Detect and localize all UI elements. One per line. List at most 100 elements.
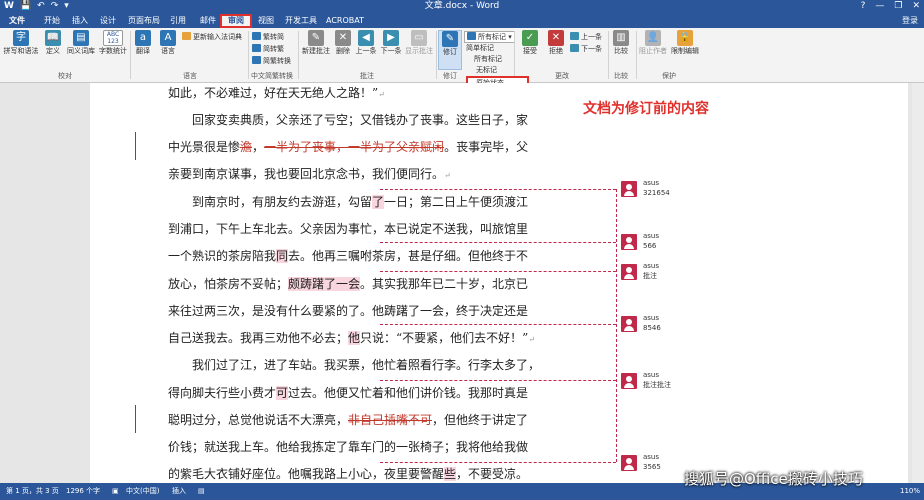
text-run: ，但他终于讲定了 [432, 413, 529, 427]
next-comment-button[interactable]: ▶ 下一条 [379, 30, 403, 55]
tab-insert[interactable]: 插入 [66, 14, 94, 28]
text-run: 自己送我去。我再三劝他不必去； [168, 331, 349, 345]
word-count-button[interactable]: ABC 123 字数统计 [98, 30, 128, 55]
menu-all-markup[interactable]: 所有标记 [474, 54, 502, 64]
restore-button[interactable]: ❐ [894, 0, 902, 12]
next-comment-icon: ▶ [383, 30, 399, 46]
previous-comment-button[interactable]: ◀ 上一条 [354, 30, 378, 55]
text-run: 回家变卖典质，父亲还了亏空；又借钱办了丧事。这些日子，家 [168, 113, 529, 127]
comment-connector [380, 324, 616, 325]
reject-button[interactable]: ✕ 拒绝 [544, 30, 568, 55]
document-line[interactable]: 一个熟识的茶房陪我同去。他再三嘱咐茶房，甚是仔细。但他终于不 [168, 248, 528, 264]
block-authors-icon: 👤 [645, 30, 661, 46]
document-line[interactable]: 来往过两三次，是没有什么要紧的了。他踌躇了一会，终于决定还是 [168, 303, 528, 319]
document-line[interactable]: 自己送我去。我再三劝他不必去；他只说：“不要紧，他们去不好！”↵ [168, 330, 535, 348]
markup-display-dropdown[interactable]: 所有标记 ▾ [464, 31, 515, 43]
insert-mode[interactable]: 插入 [172, 483, 186, 500]
comment-connector [380, 380, 616, 381]
compare-icon: ▥ [613, 30, 629, 46]
new-comment-button[interactable]: ✎ 新建批注 [300, 30, 332, 55]
tab-page-layout[interactable]: 页面布局 [124, 14, 164, 28]
to-simplified-button[interactable]: 繁转简 [252, 32, 284, 42]
commented-text: 颇踌躇了一会 [288, 277, 361, 291]
paragraph-mark: ↵ [528, 335, 536, 344]
text-run: 价钱；就送我上车。他给我拣定了靠车门的一张椅子；我将他给我做 [168, 440, 529, 454]
translate-button[interactable]: a 翻译 [132, 30, 154, 55]
deleted-text: 一半为了丧事，一半为了父亲赋闲 [264, 140, 445, 154]
macro-record-icon[interactable]: ▤ [198, 483, 205, 500]
tab-references[interactable]: 引用 [164, 14, 192, 28]
word-count[interactable]: 1296 个字 [66, 483, 100, 500]
show-comments-icon: ▭ [411, 30, 427, 46]
document-line[interactable]: 我们过了江，进了车站。我买票，他忙着照看行李。行李太多了， [168, 357, 540, 373]
text-run: 来往过两三次，是没有什么要紧的了。他踌躇了一会，终于决定还是 [168, 304, 529, 318]
tab-developer[interactable]: 开发工具 [281, 14, 321, 28]
menu-simple-markup[interactable]: 简单标记 [466, 43, 494, 53]
previous-change-button[interactable]: 上一条 [570, 32, 602, 42]
language-button[interactable]: A 语言 [156, 30, 180, 55]
document-line[interactable]: 中光景很是惨澹，一半为了丧事，一半为了父亲赋闲。丧事完毕，父 [168, 139, 528, 155]
annotation-label: 文档为修订前的内容 [583, 101, 709, 117]
spelling-button[interactable]: 字 拼写和语法 [2, 30, 40, 55]
word-count-icon: ABC 123 [103, 30, 123, 46]
block-authors-button[interactable]: 👤 阻止作者 [638, 30, 668, 55]
comment-text[interactable]: 批注批注 [643, 381, 671, 390]
login-link[interactable]: 登录 [902, 14, 918, 27]
show-comments-button[interactable]: ▭ 显示批注 [404, 30, 434, 55]
compare-button[interactable]: ▥ 比较 [610, 30, 632, 55]
document-line[interactable]: 亲要到南京谋事，我也要回北京念书，我们便同行。↵ [168, 166, 451, 184]
text-run: ， [252, 140, 265, 154]
text-run: 只说：“不要紧，他们去不好！” [360, 331, 529, 345]
document-line[interactable]: 如此，不必难过，好在天无绝人之路！”↵ [168, 85, 385, 103]
tab-file[interactable]: 文件 [0, 14, 34, 28]
document-line[interactable]: 得向脚夫行些小费才可过去。他便又忙着和他们讲价钱。我那时真是 [168, 385, 528, 401]
document-line[interactable]: 到浦口，下午上车北去。父亲因为事忙，本已说定不送我，叫旅馆里 [168, 221, 528, 237]
title-bar: W 💾 ↶ ↷ ▾ 文章.docx - Word ? — ❐ ✕ [0, 0, 924, 13]
minimize-button[interactable]: — [875, 0, 884, 12]
vertical-scrollbar[interactable] [912, 83, 924, 483]
comment-text[interactable]: 批注 [643, 272, 657, 281]
accept-button[interactable]: ✓ 接受 [518, 30, 542, 55]
spelling-icon: 字 [13, 30, 29, 46]
menu-no-markup[interactable]: 无标记 [476, 65, 497, 75]
define-button[interactable]: 📖 定义 [42, 30, 64, 55]
user-avatar-icon [621, 373, 637, 389]
comment-connector [380, 271, 616, 272]
tab-acrobat[interactable]: ACROBAT [324, 14, 366, 28]
group-proofing: 校对 [58, 72, 72, 80]
language-status[interactable]: 中文(中国) [126, 483, 159, 500]
comment-text[interactable]: 8546 [643, 324, 661, 333]
document-line[interactable]: 到南京时，有朋友约去游逛，勾留了一日；第二日上午便须渡江 [168, 194, 528, 210]
thesaurus-button[interactable]: ▤ 同义词库 [64, 30, 98, 55]
user-avatar-icon [621, 316, 637, 332]
to-traditional-button[interactable]: 简转繁 [252, 44, 284, 54]
tab-view[interactable]: 视图 [252, 14, 280, 28]
tab-design[interactable]: 设计 [94, 14, 122, 28]
tab-home[interactable]: 开始 [38, 14, 66, 28]
help-button[interactable]: ? [861, 0, 866, 12]
chinese-convert-button[interactable]: 简繁转换 [252, 56, 291, 66]
page-count[interactable]: 第 1 页，共 3 页 [6, 483, 59, 500]
delete-comment-button[interactable]: ✕ 删除 [332, 30, 354, 55]
deleted-text: 澹 [240, 140, 253, 154]
update-ime-dictionary-button[interactable]: 更新输入法词典 [182, 32, 242, 42]
document-line[interactable]: 聪明过分，总觉他说话不大漂亮，非自己插嘴不可，但他终于讲定了 [168, 412, 528, 428]
next-change-button[interactable]: 下一条 [570, 44, 602, 54]
comment-text[interactable]: 566 [643, 242, 656, 251]
document-line[interactable]: 的紫毛大衣铺好座位。他嘱我路上小心，夜里要警醒些，不要受凉。 [168, 466, 528, 482]
zoom-level[interactable]: 110% [900, 483, 920, 500]
text-run: 一日；第二日上午便须渡江 [384, 195, 529, 209]
close-button[interactable]: ✕ [912, 0, 920, 12]
text-run: 我们过了江，进了车站。我买票，他忙着照看行李。行李太多了， [168, 358, 541, 372]
comment-text[interactable]: 3565 [643, 463, 661, 472]
proofing-status-icon[interactable]: ▣ [112, 483, 119, 500]
tab-review[interactable]: 审阅 [220, 14, 252, 28]
ribbon-review: 字 拼写和语法 📖 定义 ▤ 同义词库 ABC 123 字数统计 校对 a 翻译… [0, 28, 924, 83]
document-line[interactable]: 放心，怕茶房不妥帖；颇踌躇了一会。其实我那年已二十岁，北京已 [168, 276, 528, 292]
comment-text[interactable]: 321654 [643, 189, 670, 198]
tab-mailings[interactable]: 邮件 [194, 14, 222, 28]
document-line[interactable]: 回家变卖典质，父亲还了亏空；又借钱办了丧事。这些日子，家 [168, 112, 528, 128]
document-line[interactable]: 价钱；就送我上车。他给我拣定了靠车门的一张椅子；我将他给我做 [168, 439, 528, 455]
track-changes-button[interactable]: ✎ 修订 [438, 30, 462, 70]
restrict-editing-button[interactable]: 🔒 限制编辑 [670, 30, 700, 55]
